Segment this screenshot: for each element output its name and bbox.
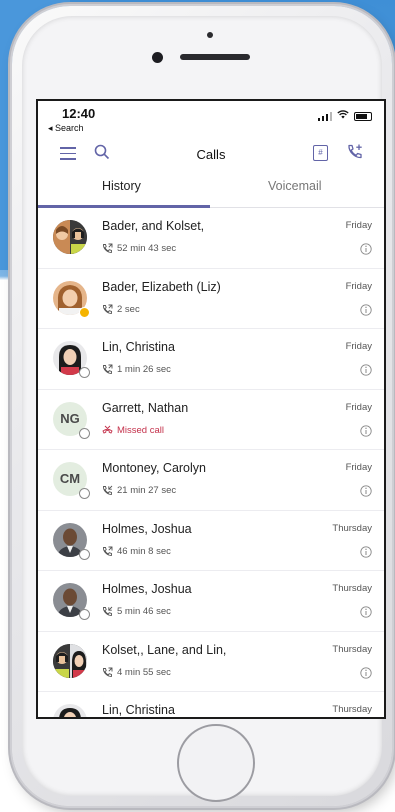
call-duration: 1 min 26 sec [117,364,171,375]
front-camera [152,52,163,63]
call-detail: 5 min 46 sec [102,606,171,617]
caller-name: Montoney, Carolyn [102,461,206,475]
incoming-call-icon [103,485,113,495]
caller-name: Lin, Christina [102,340,175,354]
incoming-call-icon [103,606,113,616]
call-detail: 46 min 8 sec [102,546,171,557]
call-detail: 4 min 55 sec [102,667,171,678]
info-icon[interactable] [360,242,372,260]
call-duration: 21 min 27 sec [117,485,177,496]
call-day: Friday [345,280,372,292]
info-icon[interactable] [360,484,372,502]
info-icon[interactable] [360,666,372,684]
group-avatar [53,643,87,678]
outgoing-call-icon [103,364,113,374]
proximity-sensor [207,32,213,38]
contact-avatar [53,704,87,717]
tab-voicemail[interactable]: Voicemail [268,179,322,193]
info-icon[interactable] [360,363,372,381]
call-detail: 2 sec [102,304,140,315]
call-row[interactable]: Holmes, Joshua 5 min 46 sec Thursday [38,571,384,632]
tab-bar: History Voicemail [38,171,384,208]
outgoing-call-icon [103,304,113,314]
outgoing-call-icon [103,243,113,253]
call-detail: Missed call [102,425,164,436]
presence-offline-badge [79,427,90,439]
call-row[interactable]: CM Montoney, Carolyn 21 min 27 sec Frida… [38,450,384,511]
call-day: Friday [345,462,372,473]
call-detail: 52 min 43 sec [102,243,176,254]
call-history-list: Bader, and Kolset, 52 min 43 sec Friday … [38,208,384,717]
wifi-icon [337,110,349,122]
group-avatar [53,220,87,254]
outgoing-call-icon [103,667,113,677]
call-duration: 5 min 46 sec [117,606,171,617]
call-detail: 21 min 27 sec [102,485,176,496]
status-time: 12:40 [62,106,96,121]
call-day: Thursday [332,643,372,655]
presence-offline-badge [79,367,90,378]
caller-name: Bader, and Kolset, [102,219,205,233]
missed-call-icon [102,425,113,434]
caller-name: Holmes, Joshua [102,521,192,536]
app-screen: 12:40 ◂ Search Calls # History Voicemail [36,99,386,719]
call-duration: 4 min 55 sec [117,666,171,678]
presence-offline-badge [79,488,90,499]
info-icon[interactable] [360,605,372,623]
call-day: Thursday [332,522,372,534]
status-bar: 12:40 ◂ Search [38,101,384,135]
call-row[interactable]: Kolset,, Lane, and Lin, 4 min 55 sec Thu… [38,632,384,692]
page-title: Calls [196,147,226,162]
caller-name: Kolset,, Lane, and Lin, [102,642,227,657]
call-day: Friday [345,220,372,231]
call-row[interactable]: Lin, Christina Thursday [38,692,384,717]
missed-call-label: Missed call [117,424,164,436]
home-button[interactable] [177,724,255,802]
call-row[interactable]: Lin, Christina 1 min 26 sec Friday [38,329,384,390]
tab-history[interactable]: History [102,179,141,193]
add-call-icon[interactable] [346,143,364,166]
call-duration: 2 sec [117,303,140,315]
call-day: Thursday [332,583,372,594]
outgoing-call-icon [103,546,113,556]
call-row[interactable]: Holmes, Joshua 46 min 8 sec Thursday [38,511,384,571]
presence-offline-badge [79,609,90,620]
info-icon[interactable] [360,424,372,442]
dialpad-icon[interactable]: # [313,145,328,161]
call-day: Friday [345,401,372,413]
battery-icon [354,111,372,121]
back-to-search-link[interactable]: ◂ Search [48,123,84,134]
caller-name: Garrett, Nathan [102,400,189,415]
info-icon[interactable] [360,545,372,563]
earpiece-speaker [180,54,250,60]
call-detail: 1 min 26 sec [102,364,171,375]
presence-away-badge [79,306,90,318]
call-row[interactable]: NG Garrett, Nathan Missed call Friday [38,390,384,450]
call-row[interactable]: Bader, and Kolset, 52 min 43 sec Friday [38,208,384,269]
system-icons [317,110,372,122]
call-day: Thursday [332,704,372,715]
app-header: Calls # [38,135,384,171]
call-duration: 46 min 8 sec [117,545,171,557]
call-day: Friday [345,341,372,352]
call-duration: 52 min 43 sec [117,243,177,254]
caller-name: Holmes, Joshua [102,582,192,596]
info-icon[interactable] [360,303,372,321]
call-row[interactable]: Bader, Elizabeth (Liz) 2 sec Friday [38,269,384,329]
caller-name: Lin, Christina [102,703,175,717]
presence-offline-badge [79,548,90,560]
signal-icon [317,111,332,121]
caller-name: Bader, Elizabeth (Liz) [102,279,221,294]
